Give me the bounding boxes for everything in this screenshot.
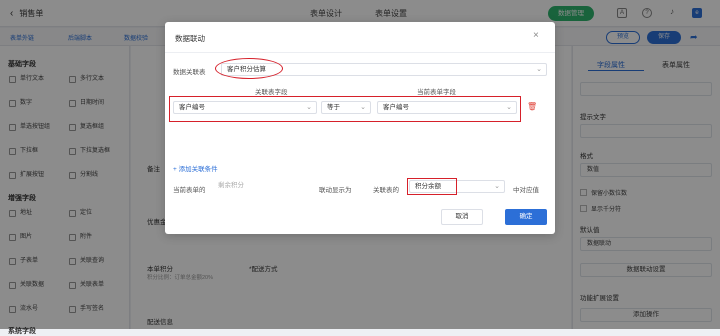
confirm-button[interactable]: 确定 <box>505 209 547 225</box>
trash-icon[interactable]: 🗑 <box>527 102 537 111</box>
data-linkage-dialog: 数据联动 × 数据关联表 客户积分估算 ⌄ 关联表字段 当前表单字段 客户编号 ⌄ … <box>165 22 555 234</box>
chevron-down-icon: ⌄ <box>360 104 366 111</box>
current-field-column-header: 当前表单字段 <box>417 89 456 96</box>
condition-operator-select[interactable]: 等于 ⌄ <box>321 101 371 114</box>
chevron-down-icon: ⌄ <box>536 66 542 73</box>
related-field-column-header: 关联表字段 <box>255 89 288 96</box>
display-suffix-label: 中对应值 <box>513 187 539 194</box>
display-mid-label: 联动显示为 <box>319 187 352 194</box>
related-table-label: 数据关联表 <box>173 69 206 76</box>
chevron-down-icon: ⌄ <box>494 183 500 190</box>
dialog-title: 数据联动 <box>175 34 205 43</box>
add-condition-link[interactable]: + 添加关联条件 <box>173 163 218 173</box>
annotation-box <box>407 178 457 195</box>
close-icon[interactable]: × <box>533 31 539 41</box>
display-prefix-label: 当前表单的 <box>173 187 206 194</box>
related-prefix-label: 关联表的 <box>373 187 399 194</box>
chevron-down-icon: ⌄ <box>506 104 512 111</box>
dialog-divider <box>165 52 555 53</box>
current-field-select[interactable]: 客户编号 ⌄ <box>377 101 517 114</box>
cancel-button[interactable]: 取消 <box>441 209 483 225</box>
current-display-field[interactable]: 剩余积分 <box>213 180 309 193</box>
annotation-circle <box>215 58 283 79</box>
related-field-select[interactable]: 客户编号 ⌄ <box>173 101 317 114</box>
chevron-down-icon: ⌄ <box>306 104 312 111</box>
